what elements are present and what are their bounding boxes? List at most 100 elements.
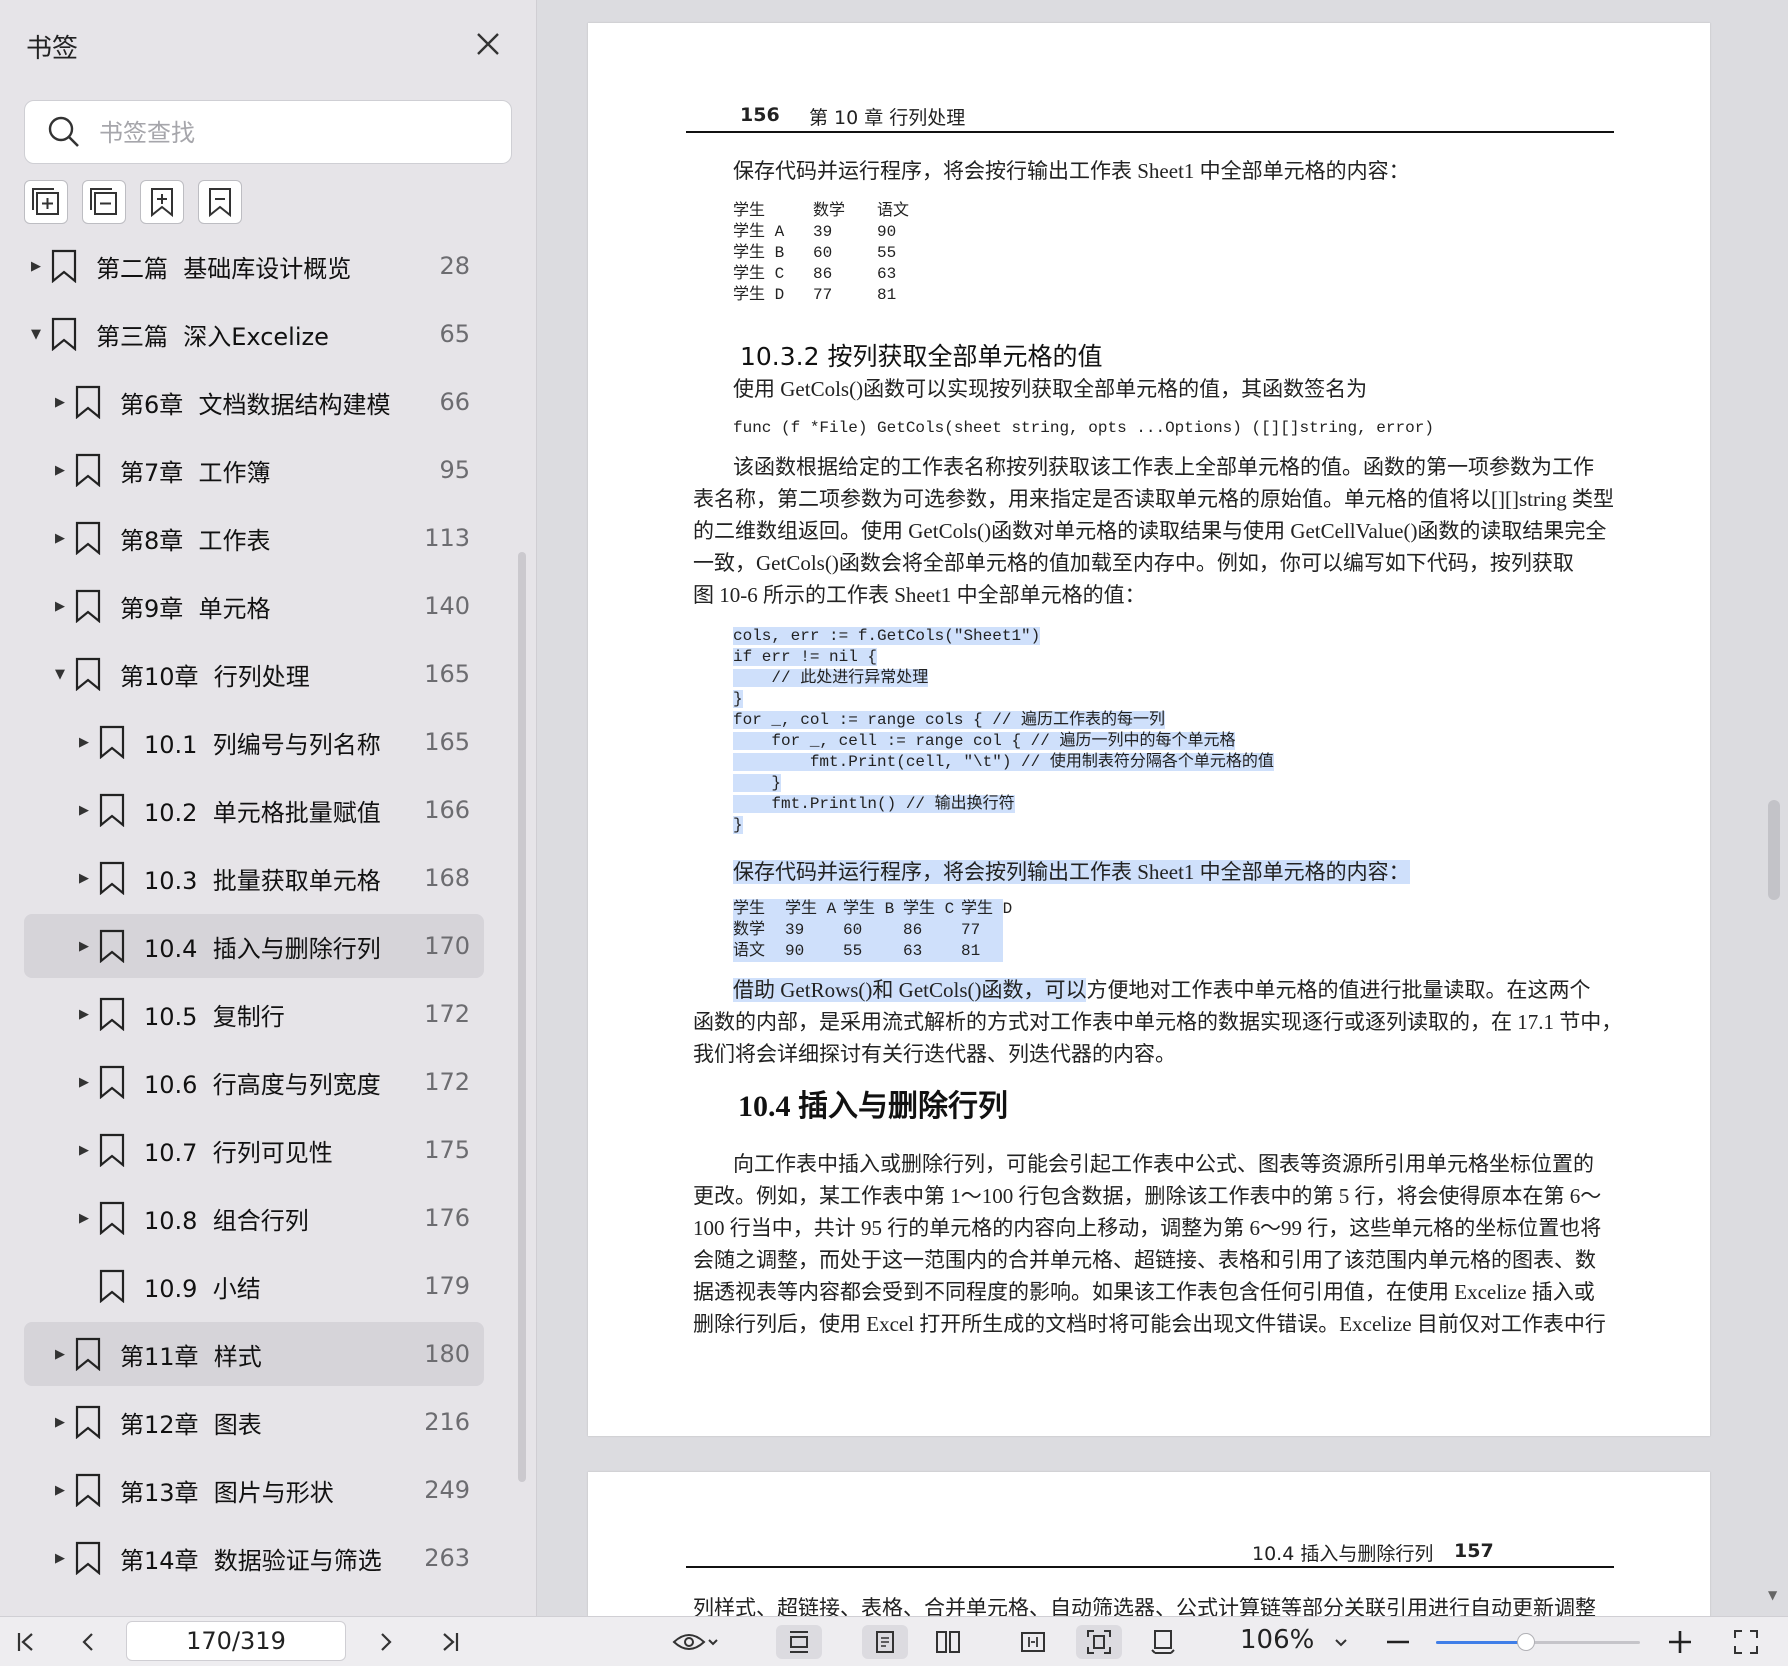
bookmark-search-box[interactable] [24,100,512,164]
fit-page-button[interactable] [1076,1625,1122,1659]
bookmark-item[interactable]: ▶ 第二篇 基础库设计概览 28 [24,234,484,298]
table-cell: 63 [903,942,923,960]
add-bookmark-icon [151,188,173,218]
bookmark-item[interactable]: ▶ 第12章 图表 216 [24,1390,484,1454]
bookmark-item[interactable]: ▶ 第14章 数据验证与筛选 263 [24,1526,484,1590]
bookmark-search-input[interactable] [99,113,489,153]
fit-width-button[interactable] [1010,1625,1056,1659]
sidebar-title: 书签 [26,34,79,64]
continuous-scroll-button[interactable] [776,1625,822,1659]
collapsed-arrow-icon[interactable]: ▶ [76,939,92,954]
collapsed-arrow-icon[interactable]: ▶ [52,1483,68,1498]
bookmark-item[interactable]: ▶ 第9章 单元格 140 [24,574,484,638]
collapsed-arrow-icon[interactable]: ▶ [76,1211,92,1226]
collapse-all-button[interactable] [82,180,126,224]
bookmark-page-number: 113 [424,524,470,552]
bookmark-item[interactable]: ▼ 第10章 行列处理 165 [24,642,484,706]
expand-all-button[interactable] [24,180,68,224]
fullscreen-icon [1734,1630,1758,1654]
fullscreen-button[interactable] [1728,1625,1764,1659]
chevron-right-icon [381,1633,392,1651]
chevron-down-icon [1335,1639,1347,1647]
first-page-icon [17,1633,33,1651]
bookmark-item[interactable]: ▶ 10.6 行高度与列宽度 172 [24,1050,484,1114]
bookmark-item[interactable]: ▶ 10.7 行列可见性 175 [24,1118,484,1182]
table-cell: 90 [877,223,897,241]
close-icon[interactable] [470,26,506,62]
two-page-button[interactable] [925,1625,971,1659]
bookmark-item[interactable]: ▶ 10.2 单元格批量赋值 166 [24,778,484,842]
collapsed-arrow-icon[interactable]: ▶ [76,1007,92,1022]
zoom-slider[interactable] [1436,1633,1640,1651]
paragraph: 该函数根据给定的工作表名称按列获取该工作表上全部单元格的值。函数的第一项参数为工… [693,451,1614,611]
bookmark-item[interactable]: ▶ 第11章 样式 180 [24,1322,484,1386]
collapsed-arrow-icon[interactable]: ▶ [52,395,68,410]
bookmark-item[interactable]: ▶ 10.3 批量获取单元格 168 [24,846,484,910]
bookmark-item[interactable]: ▶ 第7章 工作簿 95 [24,438,484,502]
remove-bookmark-button[interactable] [198,180,242,224]
collapsed-arrow-icon[interactable]: ▶ [28,259,44,274]
page-number-input[interactable]: 170/319 [126,1621,346,1661]
bookmark-label: 10.7 行列可见性 [144,1138,333,1167]
bookmark-item[interactable]: ▶ 10.8 组合行列 176 [24,1186,484,1250]
collapsed-arrow-icon[interactable]: ▶ [76,1143,92,1158]
first-page-button[interactable] [8,1625,44,1659]
collapsed-arrow-icon[interactable]: ▶ [52,1347,68,1362]
bookmark-item[interactable]: 10.9 小结 179 [24,1254,484,1318]
collapsed-arrow-icon[interactable]: ▶ [76,803,92,818]
bookmark-page-number: 65 [439,320,470,348]
page-number-header: 156 [740,104,780,126]
single-page-button[interactable] [862,1625,908,1659]
collapsed-arrow-icon[interactable]: ▶ [76,871,92,886]
bookmark-label: 10.9 小结 [144,1274,261,1303]
sidebar-scrollbar[interactable] [518,552,526,1482]
bookmark-item[interactable]: ▶ 10.1 列编号与列名称 165 [24,710,484,774]
next-page-button[interactable] [368,1625,404,1659]
bookmark-icon [99,1269,125,1303]
last-page-icon [443,1633,459,1651]
fit-page-icon [1087,1630,1111,1654]
bookmark-item[interactable]: ▶ 10.5 复制行 172 [24,982,484,1046]
add-bookmark-button[interactable] [140,180,184,224]
bookmark-page-number: 165 [424,660,470,688]
table-cell: 语文 [877,202,910,220]
code-block: cols, err := f.GetCols("Sheet1") if err !… [733,626,1274,836]
paragraph-line: 100 行当中，共计 95 行的单元格的内容向上移动，调整为第 6～99 行，这… [693,1216,1602,1240]
expanded-arrow-icon[interactable]: ▼ [52,667,68,682]
zoom-dropdown[interactable] [1326,1625,1356,1659]
bookmark-item[interactable]: ▶ 第13章 图片与形状 249 [24,1458,484,1522]
table-cell: 60 [843,921,863,939]
collapsed-arrow-icon[interactable]: ▶ [76,1075,92,1090]
collapsed-arrow-icon[interactable]: ▶ [76,735,92,750]
zoom-in-button[interactable] [1662,1625,1698,1659]
collapsed-arrow-icon[interactable]: ▶ [52,531,68,546]
document-scrollbar[interactable] [1768,800,1780,900]
crop-margin-button[interactable] [1140,1625,1186,1659]
previous-page-button[interactable] [70,1625,106,1659]
collapsed-arrow-icon[interactable]: ▶ [52,599,68,614]
bookmark-item[interactable]: ▶ 第6章 文档数据结构建模 66 [24,370,484,434]
collapsed-arrow-icon[interactable]: ▶ [52,1415,68,1430]
table-cell: 语文 [733,942,766,960]
code-row: fmt.Println() // 输出换行符 [733,794,1274,815]
scroll-down-icon[interactable]: ▼ [1768,1588,1777,1602]
view-mode-dropdown[interactable] [664,1625,728,1659]
bookmark-page-number: 168 [424,864,470,892]
zoom-slider-thumb[interactable] [1516,1633,1535,1651]
bookmark-item[interactable]: ▼ 第三篇 深入Excelize 65 [24,302,484,366]
paragraph-line: 我们将会详细探讨有关行迭代器、列迭代器的内容。 [693,1042,1176,1066]
table-cell: 学生 B [843,900,895,918]
collapsed-arrow-icon[interactable]: ▶ [52,463,68,478]
last-page-button[interactable] [432,1625,468,1659]
zoom-level[interactable]: 106% [1240,1625,1314,1655]
bookmark-item[interactable]: ▶ 10.4 插入与删除行列 170 [24,914,484,978]
code-line: for _, col := range cols { // 遍历工作表的每一列 [733,711,1166,729]
zoom-out-button[interactable] [1380,1625,1416,1659]
paragraph: 列样式、超链接、表格、合并单元格、自动筛选器、公式计算链等部分关联引用进行自动更… [693,1596,1596,1616]
table-cell: 81 [961,942,981,960]
bookmark-item[interactable]: ▶ 第8章 工作表 113 [24,506,484,570]
paragraph-line: 更改。例如，某工作表中第 1～100 行包含数据，删除该工作表中的第 5 行，将… [693,1184,1602,1208]
collapsed-arrow-icon[interactable]: ▶ [52,1551,68,1566]
collapse-all-icon [90,188,117,215]
expanded-arrow-icon[interactable]: ▼ [28,327,44,342]
